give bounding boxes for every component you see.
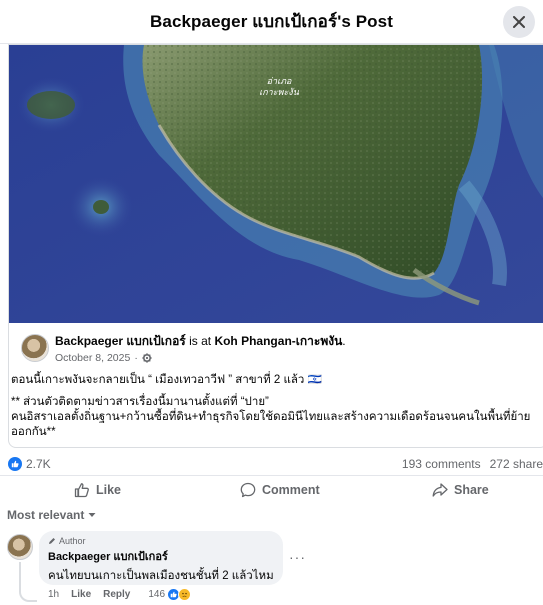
comment-time[interactable]: 1h <box>48 589 59 600</box>
post-location-suffix: . <box>342 334 346 348</box>
comment-count[interactable]: 193 comments <box>402 457 481 471</box>
post-stats: 2.7K 193 comments 272 share <box>8 454 543 474</box>
post-action-bar: Like Comment Share <box>0 475 543 505</box>
comment-button[interactable]: Comment <box>240 482 320 498</box>
author-avatar[interactable] <box>21 334 49 362</box>
comment-actions: 1h Like Reply 146 <box>48 588 192 601</box>
satellite-map-image[interactable]: อ่าเภอ เกาะพะงัน <box>9 45 543 323</box>
post-location[interactable]: Koh Phangan-เกาะพงัน <box>214 334 342 348</box>
share-button[interactable]: Share <box>432 482 489 498</box>
comment-like-button[interactable]: Like <box>71 589 91 600</box>
comment-bubble-icon <box>240 482 256 498</box>
gear-icon <box>142 353 152 363</box>
post-is-at: is at <box>189 334 212 348</box>
post-text-line: คนอิสราเอลตั้งถิ่นฐาน+กว้านซื้อที่ดิน+ทำ… <box>11 411 531 423</box>
sort-label: Most relevant <box>7 508 85 522</box>
close-icon <box>513 16 525 28</box>
comment-author-name[interactable]: Backpaeger แบกเป้เกอร์ <box>48 547 274 565</box>
comment-reaction-count: 146 <box>148 589 166 600</box>
post-date[interactable]: October 8, 2025 <box>55 352 130 364</box>
comment-text: คนไทยบนเกาะเป็นพลเมืองชนชั้นที่ 2 แล้วไห… <box>48 570 274 582</box>
comment-reactions[interactable]: 146 <box>148 588 192 601</box>
like-reaction-icon[interactable] <box>8 457 22 471</box>
modal-title: Backpaeger แบกเป้เกอร์'s Post <box>150 12 393 31</box>
post-text-line: ออกกัน** <box>11 426 56 438</box>
sad-reaction-icon <box>178 588 192 601</box>
author-badge-label: Author <box>59 536 86 546</box>
share-arrow-icon <box>432 483 448 497</box>
like-button[interactable]: Like <box>74 482 121 498</box>
post-author-name[interactable]: Backpaeger แบกเป้เกอร์ <box>55 334 186 348</box>
share-button-label: Share <box>454 483 489 497</box>
shared-post-card[interactable]: อ่าเภอ เกาะพะงัน Backpaeger แบกเป้เกอร์ … <box>8 44 543 448</box>
map-label-district: อ่าเภอ <box>267 76 292 86</box>
post-body: ตอนนี้เกาะพงันจะกลายเป็น “ เมืองเทวอาวีฟ… <box>11 373 536 440</box>
post-text-line: ** ส่วนตัวติดตามข่าวสารเรื่องนี้มานานตั้… <box>11 396 269 408</box>
post-date-row: October 8, 2025 · <box>55 352 346 364</box>
like-button-label: Like <box>96 483 122 497</box>
post-author-line: Backpaeger แบกเป้เกอร์ is at Koh Phangan… <box>55 334 346 349</box>
date-separator: · <box>134 352 138 364</box>
close-button[interactable] <box>503 6 535 38</box>
author-badge: Author <box>48 536 274 546</box>
share-count[interactable]: 272 share <box>490 457 543 471</box>
caret-down-icon <box>88 513 96 517</box>
map-label-island: เกาะพะงัน <box>259 87 300 97</box>
comment-reply-button[interactable]: Reply <box>103 589 130 600</box>
thread-line <box>19 562 37 602</box>
comment-sort-dropdown[interactable]: Most relevant <box>7 508 96 522</box>
thumbs-up-icon <box>74 483 89 498</box>
comment-bubble: Author Backpaeger แบกเป้เกอร์ คนไทยบนเกา… <box>39 531 283 585</box>
post-meta: Backpaeger แบกเป้เกอร์ is at Koh Phangan… <box>21 334 346 364</box>
comment-button-label: Comment <box>262 483 320 497</box>
pencil-icon <box>49 538 55 544</box>
post-modal-header: Backpaeger แบกเป้เกอร์'s Post <box>0 0 543 44</box>
comment-options-button[interactable]: ··· <box>289 549 306 565</box>
like-count[interactable]: 2.7K <box>26 457 51 471</box>
post-text-line: ตอนนี้เกาะพงันจะกลายเป็น “ เมืองเทวอาวีฟ… <box>11 374 322 386</box>
comment-avatar[interactable] <box>7 534 33 560</box>
